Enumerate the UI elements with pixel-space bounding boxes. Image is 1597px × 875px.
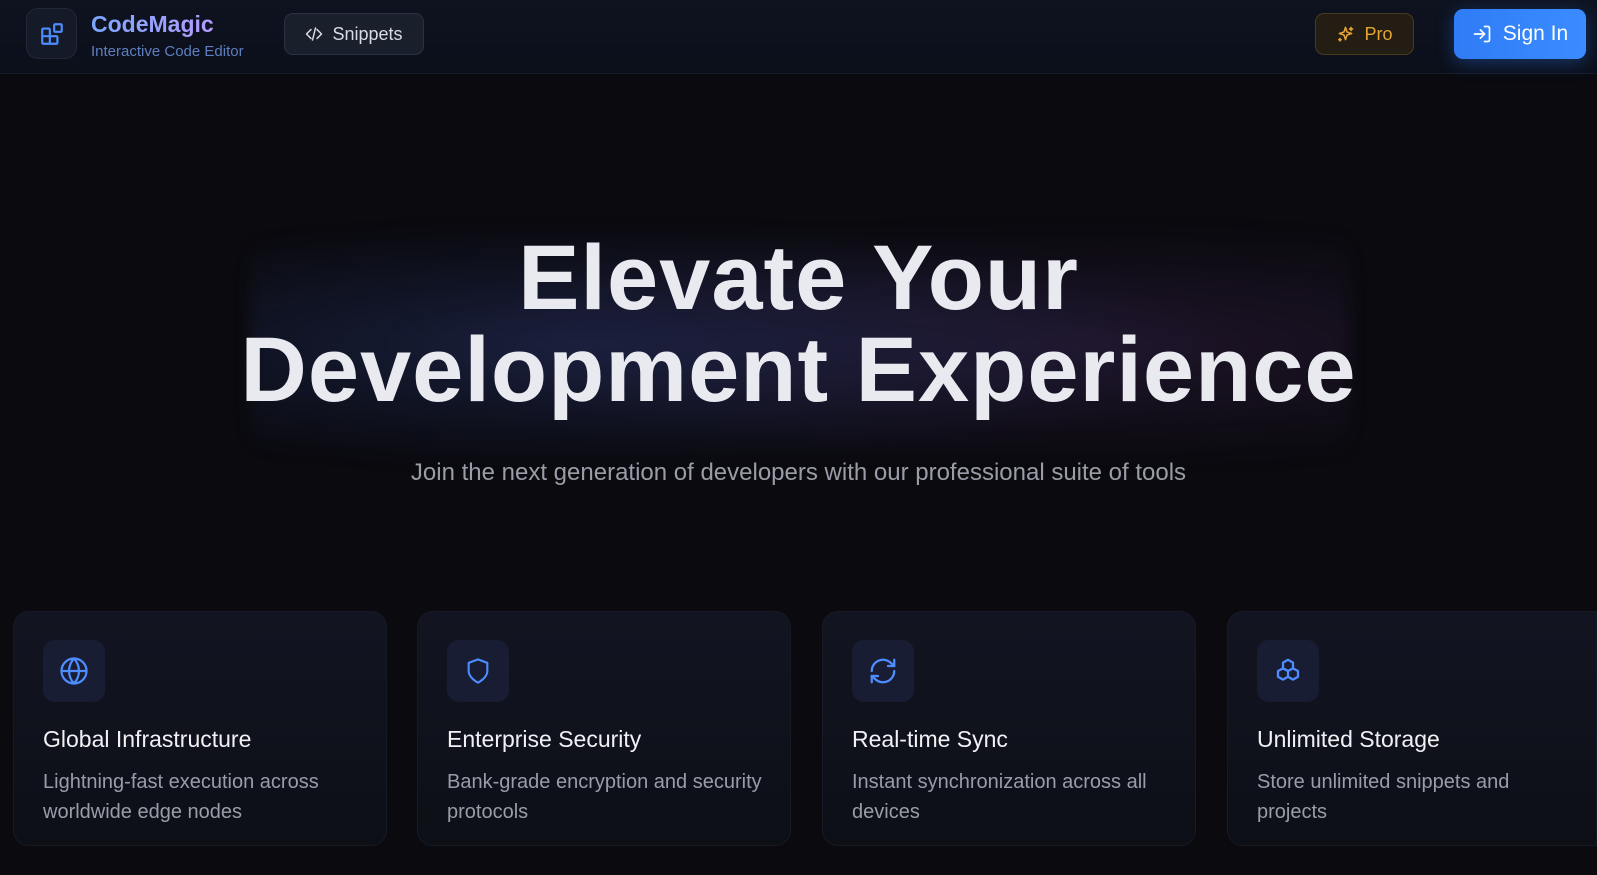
feature-description: Lightning-fast execution across worldwid… xyxy=(43,771,319,823)
log-in-icon xyxy=(1473,25,1491,43)
feature-description: Store unlimited snippets and projects xyxy=(1257,771,1510,823)
pro-label: Pro xyxy=(1364,23,1393,44)
refresh-icon xyxy=(870,658,896,684)
hero-subtitle: Join the next generation of developers w… xyxy=(410,459,1187,486)
feature-icon-box xyxy=(43,640,105,702)
feature-icon-box xyxy=(852,640,914,702)
feature-card-global-infrastructure: Global Infrastructure Lightning-fast exe… xyxy=(13,611,387,846)
blocks-icon xyxy=(40,22,63,45)
logo[interactable] xyxy=(26,8,77,59)
brand-name[interactable]: CodeMagic xyxy=(91,11,214,38)
feature-description: Instant synchronization across all devic… xyxy=(852,771,1147,823)
globe-icon xyxy=(60,657,88,685)
shield-icon xyxy=(467,658,489,684)
code-icon xyxy=(306,27,323,41)
sign-in-label: Sign In xyxy=(1502,22,1569,45)
feature-title: Global Infrastructure xyxy=(43,726,252,752)
snippets-label: Snippets xyxy=(332,23,403,44)
feature-title: Real-time Sync xyxy=(852,726,1008,752)
brand-subtitle: Interactive Code Editor xyxy=(91,43,244,60)
hero-title: Elevate Your Development Experience xyxy=(0,232,1597,416)
feature-card-real-time-sync: Real-time Sync Instant synchronization a… xyxy=(822,611,1196,846)
hero-title-line-2: Development Experience xyxy=(240,319,1357,421)
pro-button[interactable]: Pro xyxy=(1315,13,1414,55)
feature-card-enterprise-security: Enterprise Security Bank-grade encryptio… xyxy=(417,611,791,846)
sign-in-button[interactable]: Sign In xyxy=(1454,9,1586,59)
feature-icon-box xyxy=(447,640,509,702)
feature-title: Unlimited Storage xyxy=(1257,726,1440,752)
feature-title: Enterprise Security xyxy=(447,726,642,752)
snippets-button[interactable]: Snippets xyxy=(284,13,424,55)
hero-title-line-1: Elevate Your xyxy=(518,227,1079,329)
feature-card-unlimited-storage: Unlimited Storage Store unlimited snippe… xyxy=(1227,611,1597,846)
sparkles-icon xyxy=(1338,26,1354,42)
feature-icon-box xyxy=(1257,640,1319,702)
feature-description: Bank-grade encryption and security proto… xyxy=(447,771,762,823)
top-navbar: CodeMagic Interactive Code Editor Snippe… xyxy=(0,0,1597,74)
boxes-icon xyxy=(1276,658,1300,681)
